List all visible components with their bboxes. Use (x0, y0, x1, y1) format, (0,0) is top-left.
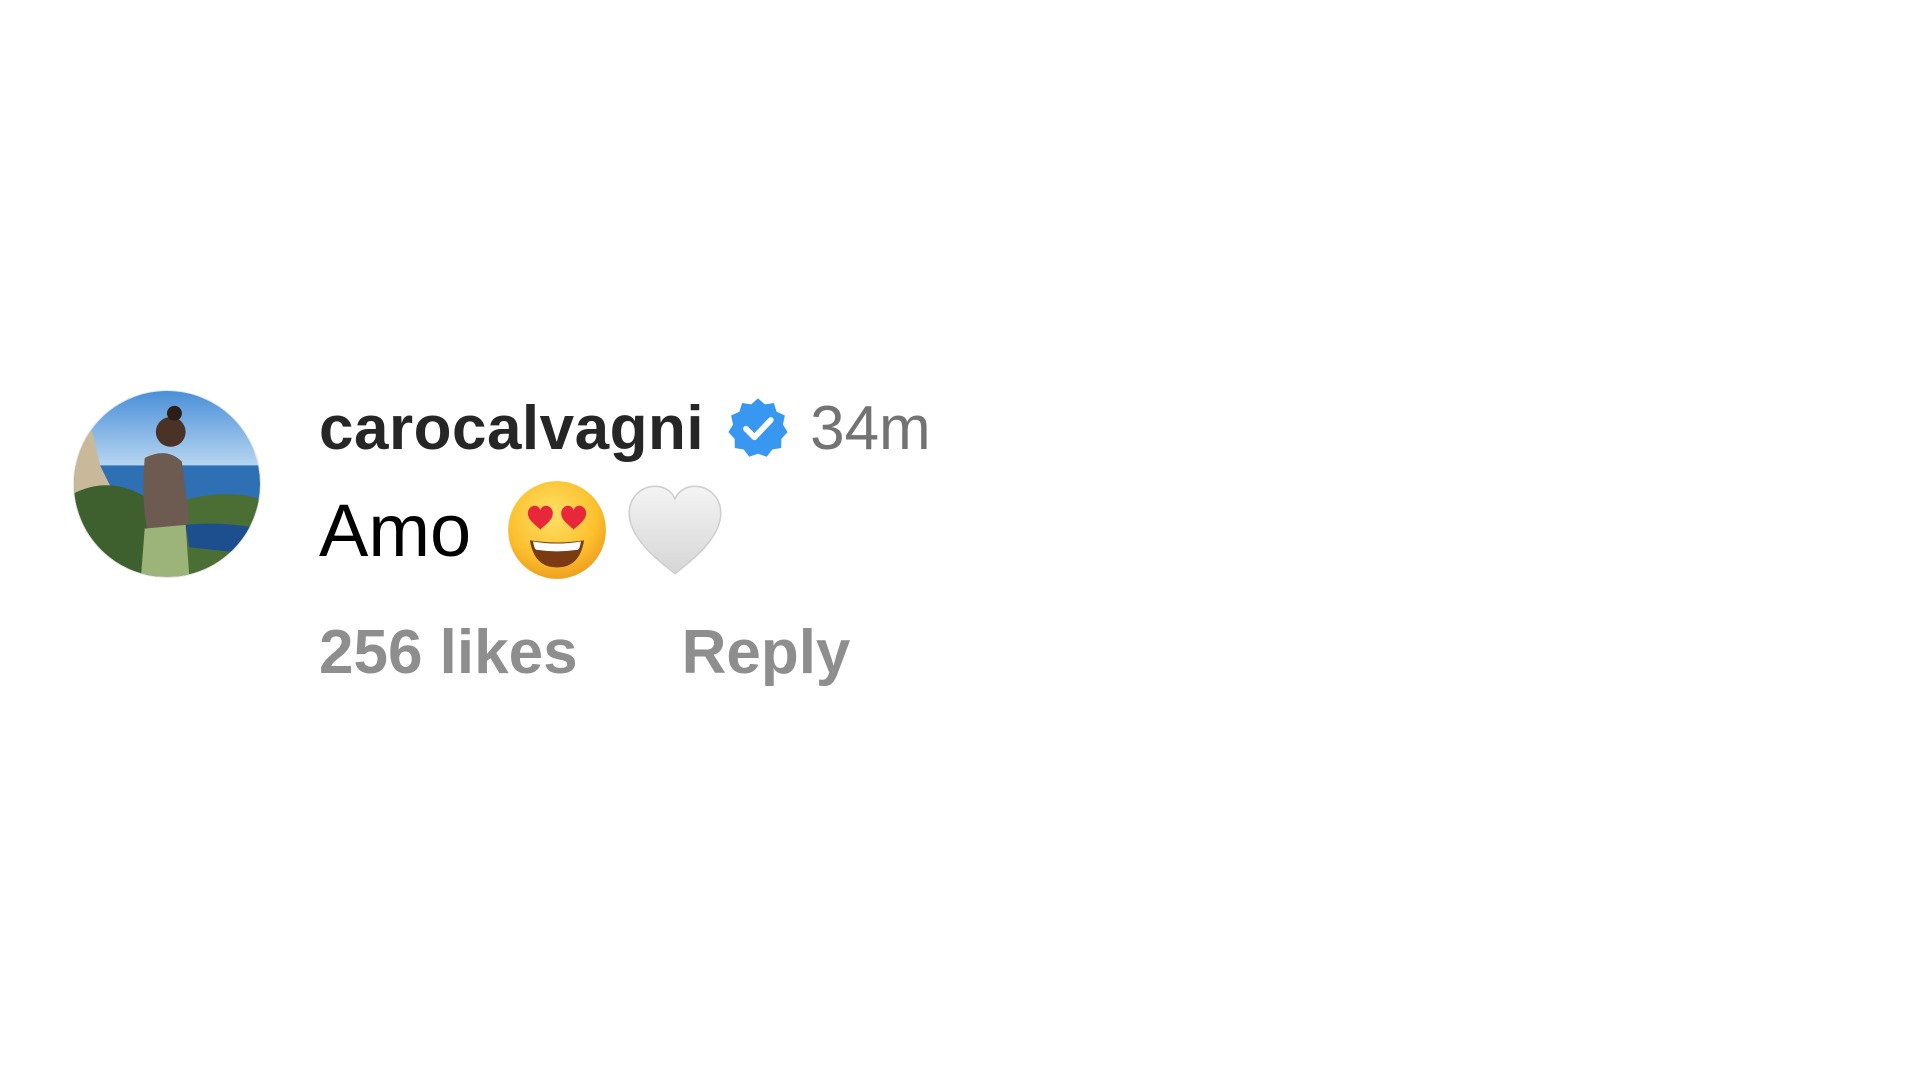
avatar[interactable] (73, 390, 261, 578)
avatar-photo (74, 391, 260, 577)
likes-count[interactable]: 256 likes (319, 617, 578, 688)
reply-button[interactable]: Reply (682, 617, 851, 688)
comment: carocalvagni 34m Amo 256 likes Reply (73, 388, 1173, 728)
comment-text: Amo (319, 488, 472, 572)
username[interactable]: carocalvagni (319, 393, 704, 464)
smiling-face-with-heart-eyes-icon (505, 478, 609, 582)
white-heart-icon (623, 478, 727, 582)
comment-content: carocalvagni 34m Amo 256 likes Reply (319, 388, 931, 692)
comment-header: carocalvagni 34m (319, 388, 931, 468)
timestamp: 34m (810, 393, 931, 463)
page: carocalvagni 34m Amo 256 likes Reply (0, 0, 1920, 1080)
comment-actions: 256 likes Reply (319, 612, 931, 692)
comment-body: Amo (319, 470, 931, 590)
verified-badge-icon (726, 396, 790, 460)
